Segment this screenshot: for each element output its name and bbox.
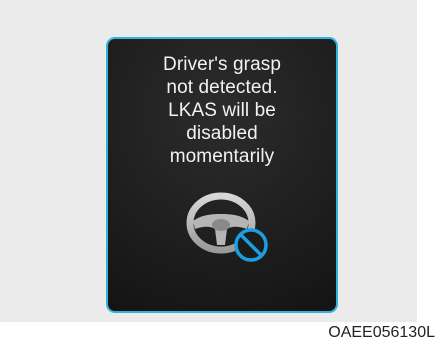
warning-message: Driver's grasp not detected. LKAS will b… bbox=[163, 54, 281, 167]
steering-wheel-prohibited-icon bbox=[186, 192, 268, 262]
figure-background: Driver's grasp not detected. LKAS will b… bbox=[0, 0, 417, 322]
figure-code: OAEE056130L bbox=[328, 324, 435, 341]
cluster-display: Driver's grasp not detected. LKAS will b… bbox=[106, 37, 338, 313]
prohibit-icon bbox=[234, 228, 268, 262]
